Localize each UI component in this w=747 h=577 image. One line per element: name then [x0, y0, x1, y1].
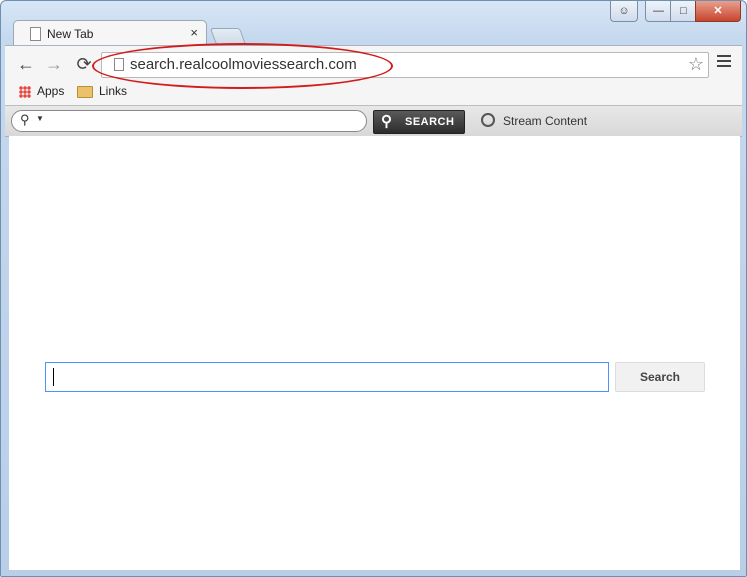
user-profile-button[interactable]: ☺ — [610, 1, 638, 22]
search-icon: ⚲ — [381, 113, 392, 130]
reload-button[interactable]: ⟳ — [73, 54, 95, 75]
address-bar-url[interactable]: search.realcoolmoviessearch.com — [130, 56, 357, 73]
address-bar[interactable]: search.realcoolmoviessearch.com ☆ — [101, 52, 709, 78]
text-cursor — [53, 368, 54, 386]
chevron-down-icon[interactable]: ▼ — [36, 114, 44, 123]
stream-content-label: Stream Content — [503, 114, 588, 128]
bookmark-apps[interactable]: Apps — [19, 84, 64, 98]
extension-toolbar: ⚲ ▼ ⚲ SEARCH Stream Content — [5, 105, 742, 137]
tab-title: New Tab — [47, 27, 94, 41]
user-icon: ☺ — [618, 5, 630, 17]
minimize-button[interactable]: — — [645, 1, 672, 22]
extension-search-button-label: SEARCH — [405, 116, 455, 128]
main-search-input[interactable] — [45, 362, 609, 392]
bookmark-star-icon[interactable]: ☆ — [688, 54, 704, 75]
minimize-icon: — — [653, 5, 664, 17]
bookmark-label: Apps — [37, 84, 65, 98]
tab-new-tab[interactable]: New Tab × — [13, 20, 207, 47]
apps-grid-icon — [19, 85, 31, 98]
browser-toolbar: ← → ⟳ search.realcoolmoviessearch.com ☆ … — [5, 45, 742, 106]
forward-button[interactable]: → — [43, 54, 65, 75]
extension-search-input[interactable]: ⚲ ▼ — [11, 110, 367, 132]
close-window-button[interactable]: ✕ — [695, 1, 741, 22]
browser-window: New Tab × ☺ — □ ✕ ← → ⟳ search.realcoolm… — [0, 0, 747, 577]
page-icon — [114, 58, 124, 71]
folder-icon — [77, 85, 93, 98]
page-content: Search — [9, 136, 740, 570]
bookmark-label: Links — [99, 84, 128, 98]
broadcast-icon — [481, 112, 495, 127]
maximize-icon: □ — [680, 5, 687, 17]
page-icon — [30, 27, 41, 41]
back-button[interactable]: ← — [15, 54, 37, 75]
extension-search-button[interactable]: ⚲ SEARCH — [373, 110, 465, 134]
tab-close-icon[interactable]: × — [190, 25, 198, 40]
main-search-button[interactable]: Search — [615, 362, 705, 392]
stream-content-link[interactable]: Stream Content — [481, 112, 588, 129]
bookmark-links[interactable]: Links — [77, 84, 127, 98]
title-bar: New Tab × ☺ — □ ✕ — [1, 1, 746, 47]
close-icon: ✕ — [713, 5, 723, 17]
maximize-button[interactable]: □ — [670, 1, 697, 22]
search-icon: ⚲ — [20, 112, 30, 127]
new-tab-button[interactable] — [209, 28, 247, 45]
chrome-menu-button[interactable] — [717, 55, 731, 70]
